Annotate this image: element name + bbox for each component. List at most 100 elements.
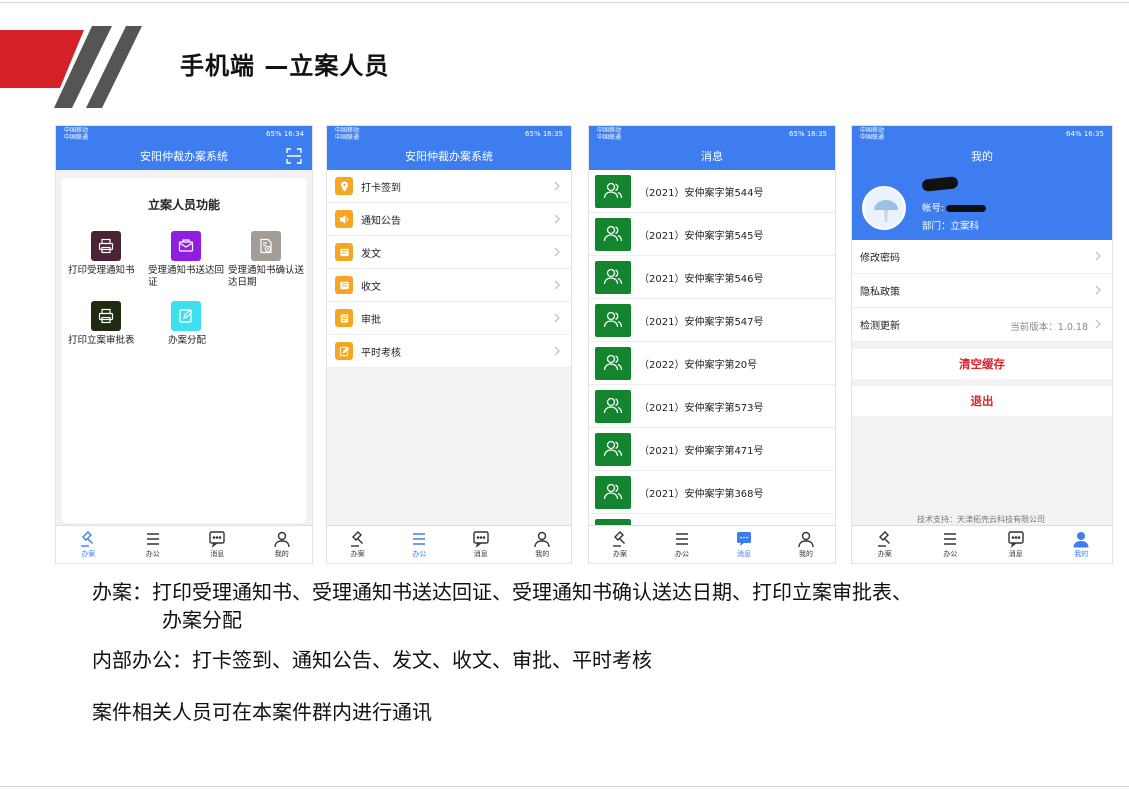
menu-label: 发文	[361, 248, 381, 260]
chat-icon	[1008, 531, 1024, 548]
chevron-right-icon	[1095, 319, 1101, 329]
user-icon	[274, 531, 290, 548]
bottom-tab-bar: 办案 办公 消息 我的	[56, 525, 313, 563]
status-time: 65% 16:34	[266, 130, 304, 138]
tab-mine[interactable]: 我的	[250, 526, 313, 563]
chat-title: （2021）安仲案字第547号	[639, 316, 764, 328]
app-title: 安阳仲裁办案系统	[405, 150, 493, 163]
menu-label: 打卡签到	[361, 182, 401, 194]
bullet-internal-office: 内部办公：打卡签到、通知公告、发文、收文、审批、平时考核	[92, 648, 652, 672]
tab-messages[interactable]: 消息	[185, 526, 250, 563]
status-bar: 中国移动 中国联通 65% 16:35	[327, 126, 571, 142]
chat-title: （2021）安仲案字第544号	[639, 187, 764, 199]
chevron-right-icon	[554, 313, 560, 323]
list-icon	[944, 533, 957, 545]
tab-mine[interactable]: 我的	[775, 526, 835, 563]
carrier-label: 中国移动	[597, 127, 622, 134]
settings-label: 检测更新	[860, 321, 900, 332]
tab-messages[interactable]: 消息	[450, 526, 512, 563]
app-bar: 我的	[852, 142, 1112, 170]
chevron-right-icon	[1095, 251, 1101, 261]
phone-screen-profile: 中国移动 中国联通 64% 16:35 我的 帐号: 部门：立案科 修改密码 隐私…	[851, 125, 1113, 564]
settings-privacy-policy[interactable]: 隐私政策	[852, 274, 1112, 308]
group-icon	[603, 483, 623, 500]
logout-button[interactable]: 退出	[852, 386, 1112, 416]
gavel-icon	[81, 531, 94, 547]
profile-header: 帐号: 部门：立案科	[852, 170, 1112, 240]
tab-office[interactable]: 办公	[389, 526, 451, 563]
avatar-image	[864, 188, 904, 228]
menu-item-incoming-docs[interactable]: 收文	[327, 269, 571, 302]
bullet-case-handling-line1: 办案：打印受理通知书、受理通知书送达回证、受理通知书确认送达日期、打印立案审批表…	[92, 580, 912, 604]
menu-item-announcements[interactable]: 通知公告	[327, 203, 571, 236]
func-notice-delivery-receipt[interactable]: 受理通知书送达回证	[146, 231, 226, 289]
menu-item-check-in[interactable]: 打卡签到	[327, 170, 571, 203]
tab-office[interactable]: 办公	[918, 526, 984, 563]
tab-mine[interactable]: 我的	[1049, 526, 1113, 563]
tab-label: 办公	[943, 550, 958, 558]
message-list: （2021）安仲案字第544号 （2021）安仲案字第545号 （2021）安仲…	[589, 170, 835, 557]
bullet-case-communication: 案件相关人员可在本案件群内进行通讯	[92, 700, 432, 724]
tab-label: 我的	[274, 550, 289, 558]
status-bar: 中国移动 中国联通 64% 16:35	[852, 126, 1112, 142]
chevron-right-icon	[554, 346, 560, 356]
gavel-icon	[877, 531, 890, 547]
func-icon-box	[251, 231, 281, 261]
func-label: 办案分配	[167, 335, 206, 346]
slide-bottom-rule	[0, 786, 1129, 787]
user-icon	[1073, 532, 1089, 548]
carrier-label: 中国联通	[335, 134, 360, 141]
func-case-assignment[interactable]: 办案分配	[146, 301, 226, 347]
printer-icon	[98, 308, 114, 324]
tab-label: 消息	[210, 550, 225, 558]
menu-item-assessment[interactable]: 平时考核	[327, 335, 571, 368]
func-print-acceptance-notice[interactable]: 打印受理通知书	[66, 231, 146, 277]
list-item[interactable]: （2021）安仲案字第547号	[589, 299, 835, 342]
tab-messages[interactable]: 消息	[713, 526, 775, 563]
tab-case-handling[interactable]: 办案	[327, 526, 389, 563]
func-icon-box	[91, 231, 121, 261]
settings-change-password[interactable]: 修改密码	[852, 240, 1112, 274]
func-label: 打印立案审批表	[68, 335, 135, 346]
chevron-right-icon	[1095, 285, 1101, 295]
list-item[interactable]: （2021）安仲案字第368号	[589, 471, 835, 514]
list-item[interactable]: （2021）安仲案字第544号	[589, 170, 835, 213]
avatar[interactable]	[862, 186, 906, 230]
list-item[interactable]: （2021）安仲案字第545号	[589, 213, 835, 256]
list-item[interactable]: （2021）安仲案字第546号	[589, 256, 835, 299]
tab-label: 我的	[535, 550, 550, 558]
menu-label: 收文	[361, 281, 381, 293]
tab-mine[interactable]: 我的	[512, 526, 572, 563]
office-menu: 打卡签到 通知公告 发文 收文 审批 平时考核	[327, 170, 571, 368]
tab-office[interactable]: 办公	[121, 526, 186, 563]
printer-icon	[98, 238, 114, 254]
redacted-name	[921, 176, 959, 192]
list-item[interactable]: （2022）安仲案字第20号	[589, 342, 835, 385]
gavel-icon	[613, 531, 625, 547]
list-item[interactable]: （2021）安仲案字第573号	[589, 385, 835, 428]
tab-label: 我的	[1074, 550, 1089, 558]
chat-title: （2022）安仲案字第20号	[639, 359, 758, 371]
tab-case-handling[interactable]: 办案	[852, 526, 918, 563]
menu-item-approval[interactable]: 审批	[327, 302, 571, 335]
chevron-right-icon	[554, 280, 560, 290]
func-confirm-delivery-date[interactable]: 受理通知书确认送达日期	[226, 231, 306, 289]
user-icon	[798, 531, 814, 548]
settings-check-update[interactable]: 检测更新 当前版本：1.0.18	[852, 308, 1112, 342]
menu-item-outgoing-docs[interactable]: 发文	[327, 236, 571, 269]
scan-icon[interactable]	[286, 148, 302, 164]
app-bar: 安阳仲裁办案系统	[327, 142, 571, 170]
carrier-label: 中国联通	[860, 134, 885, 141]
tab-label: 消息	[737, 550, 751, 558]
tab-office[interactable]: 办公	[651, 526, 713, 563]
func-print-filing-form[interactable]: 打印立案审批表	[66, 301, 146, 347]
tab-messages[interactable]: 消息	[983, 526, 1049, 563]
group-icon	[603, 440, 623, 457]
tab-case-handling[interactable]: 办案	[589, 526, 651, 563]
clear-cache-button[interactable]: 清空缓存	[852, 349, 1112, 379]
list-item[interactable]: （2021）安仲案字第471号	[589, 428, 835, 471]
bottom-tab-bar: 办案 办公 消息 我的	[852, 525, 1113, 563]
tab-case-handling[interactable]: 办案	[56, 526, 121, 563]
status-bar: 中国移动 中国联通 65% 16:34	[56, 126, 312, 142]
status-time: 65% 16:35	[789, 130, 827, 138]
